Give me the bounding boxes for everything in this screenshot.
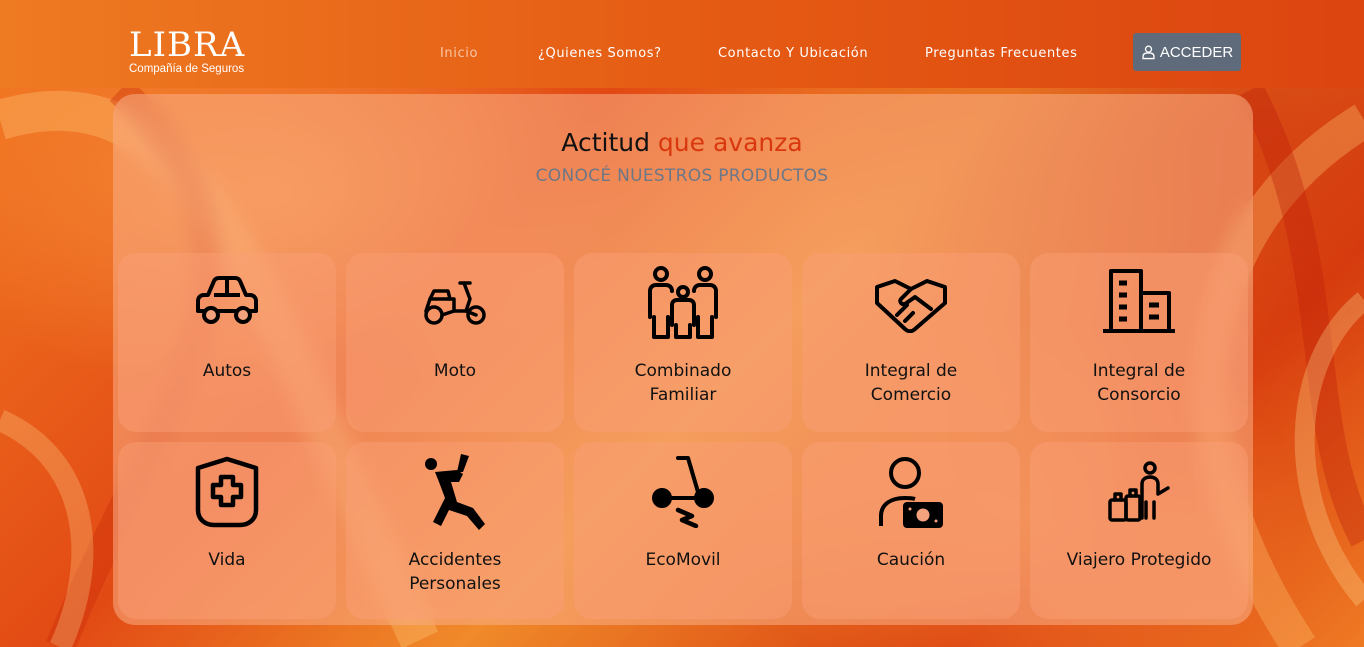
title-accent: que avanza [657,128,803,157]
product-label-vida: Vida [208,550,246,570]
product-label-line1: Accidentes [408,550,502,570]
brand-logo[interactable]: LIBRA Compañía de Seguros [129,28,249,78]
electric-scooter-icon [652,456,714,528]
acceder-button[interactable]: ACCEDER [1133,33,1241,71]
product-card-ecomovil[interactable]: EcoMovil [574,442,792,619]
product-label-autos: Autos [202,361,252,381]
nav-preguntas-frecuentes[interactable]: Preguntas Frecuentes [925,46,1077,64]
product-label-moto: Moto [433,361,477,381]
nav-contacto-ubicacion[interactable]: Contacto Y Ubicación [718,46,868,64]
product-label-ecomovil: EcoMovil [645,550,721,570]
falling-person-icon [425,454,485,530]
product-card-vida[interactable]: Vida [118,442,336,619]
product-label-integral-consorcio: Integral de Consorcio [1030,359,1248,407]
product-card-moto[interactable]: Moto [346,253,564,432]
product-label-combinado-familiar: Combinado Familiar [574,359,792,407]
product-label-integral-comercio: Integral de Comercio [802,359,1020,407]
brand-name: LIBRA [129,25,246,65]
product-card-accidentes-personales[interactable]: Accidentes Personales [346,442,564,619]
product-card-caucion[interactable]: Caución [802,442,1020,619]
product-card-integral-consorcio[interactable]: Integral de Consorcio [1030,253,1248,432]
product-label-line1: Integral de [864,361,958,381]
building-icon [1103,269,1175,333]
scooter-icon [424,281,486,325]
product-label-caucion: Caución [876,550,946,570]
page-subtitle: CONOCÉ NUESTROS PRODUCTOS [535,166,829,186]
product-label-line1: Combinado [634,361,732,381]
nav-quienes-somos[interactable]: ¿Quienes Somos? [538,46,662,64]
brand-tagline: Compañía de Seguros [129,63,245,75]
acceder-label: ACCEDER [1159,43,1234,61]
product-label-line1: Integral de [1092,361,1186,381]
page-title: Actitud que avanza [0,128,1364,157]
product-label-line2: Consorcio [1097,385,1181,405]
title-plain: Actitud [561,128,650,157]
product-card-autos[interactable]: Autos [118,253,336,432]
car-icon [196,276,258,324]
product-label-line2: Personales [409,574,501,594]
product-label-accidentes-personales: Accidentes Personales [346,548,564,596]
top-navbar: LIBRA Compañía de Seguros Inicio ¿Quiene… [0,0,1364,88]
product-label-line2: Comercio [870,385,952,405]
family-icon [648,266,718,339]
product-label-viajero-protegido: Viajero Protegido [1066,550,1212,570]
handshake-icon [875,279,947,333]
product-label-line2: Familiar [649,385,717,405]
traveler-icon [1108,461,1170,522]
product-card-viajero-protegido[interactable]: Viajero Protegido [1030,442,1248,619]
product-card-integral-comercio[interactable]: Integral de Comercio [802,253,1020,432]
health-shield-icon [195,456,259,528]
nav-inicio[interactable]: Inicio [440,46,478,64]
product-card-combinado-familiar[interactable]: Combinado Familiar [574,253,792,432]
user-icon [1142,45,1155,60]
person-money-icon [879,457,943,528]
